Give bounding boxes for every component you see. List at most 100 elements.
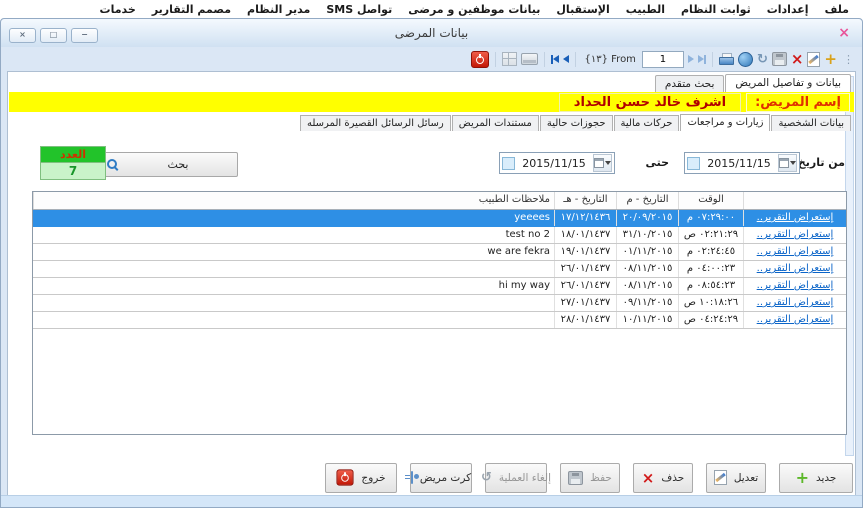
window-title: بيانات المرضى	[1, 26, 862, 40]
main-tab[interactable]: بيانات و تفاصيل المريض	[725, 74, 851, 92]
refresh-icon[interactable]: ↻	[757, 53, 768, 66]
chevron-down-icon	[790, 161, 796, 168]
search-button[interactable]: بحث	[88, 152, 238, 177]
detail-tab[interactable]: زيارات و مراجعات	[680, 114, 770, 131]
table-row[interactable]: إستعراض التقرير.. ١٠:١٨:٢٦ ص ٠٩/١١/٢٠١٥ …	[33, 295, 846, 312]
menu-item[interactable]: بيانات موظفين و مرضى	[400, 2, 548, 17]
window-controls: × □ −	[9, 28, 98, 43]
detail-tab[interactable]: حجوزات حالية	[540, 115, 613, 131]
visit-date-hijri-cell: ٢٨/٠١/١٤٣٧	[554, 312, 616, 328]
delete-record-icon[interactable]: ×	[791, 52, 804, 66]
visit-date-hijri-cell: ١٧/١٢/١٤٣٦	[554, 210, 616, 226]
maximize-icon[interactable]: □	[40, 28, 67, 43]
to-date-label: حتى	[645, 156, 669, 169]
toolbar-separator	[575, 52, 576, 67]
detail-tab[interactable]: حركات مالية	[614, 115, 680, 131]
undo-icon: ↺	[481, 471, 492, 484]
mdi-close-icon[interactable]: ×	[838, 25, 850, 41]
view-report-link[interactable]: إستعراض التقرير..	[757, 229, 834, 240]
view-report-link[interactable]: إستعراض التقرير..	[757, 280, 834, 291]
notes-column-header[interactable]: ملاحظات الطبيب	[33, 192, 554, 209]
doctor-notes-cell: test no 2	[33, 227, 554, 243]
table-row[interactable]: إستعراض التقرير.. ٠٢:٢٤:٤٥ م ٠١/١١/٢٠١٥ …	[33, 244, 846, 261]
previous-record-button[interactable]	[563, 55, 569, 63]
minimize-icon[interactable]: −	[71, 28, 98, 43]
view-report-link[interactable]: إستعراض التقرير..	[757, 297, 834, 308]
patients-window: بيانات المرضى × □ − × {١٣} From	[0, 18, 863, 508]
action-button-row: + جديد تعديل × حذف حفظ ↺ إلغاء العمل	[245, 462, 853, 493]
diskette-icon	[568, 471, 583, 485]
exit-button[interactable]: خروج	[325, 463, 397, 493]
menu-item[interactable]: إعدادات	[759, 2, 817, 17]
save-button[interactable]: حفظ	[560, 463, 620, 493]
menu-item[interactable]: ثوابت النظام	[673, 2, 759, 17]
detail-tab[interactable]: مستندات المريض	[452, 115, 539, 131]
first-record-button[interactable]	[551, 55, 559, 64]
last-record-button[interactable]	[698, 55, 706, 64]
visit-date-gregorian-cell: ٠٩/١١/٢٠١٥	[616, 295, 678, 311]
to-date-value: 2015/11/15	[522, 157, 585, 170]
menu-item[interactable]: خدمات	[92, 2, 144, 17]
next-record-button[interactable]	[688, 55, 694, 63]
visit-date-hijri-cell: ٢٧/٠١/١٤٣٧	[554, 295, 616, 311]
edit-record-icon[interactable]	[807, 52, 820, 67]
edit-button[interactable]: تعديل	[706, 463, 766, 493]
visit-date-hijri-cell: ١٨/٠١/١٤٣٧	[554, 227, 616, 243]
menu-item[interactable]: مدير النظام	[239, 2, 318, 17]
menu-item[interactable]: الإستقبال	[548, 2, 617, 17]
count-label: العدد	[40, 146, 106, 162]
detail-tab[interactable]: رسائل الرسائل القصيرة المرسله	[300, 115, 451, 131]
from-date-dropdown[interactable]	[778, 154, 797, 172]
red-x-icon: ×	[642, 471, 655, 485]
visit-date-gregorian-cell: ٠٨/١١/٢٠١٥	[616, 278, 678, 294]
print-icon[interactable]	[719, 53, 734, 66]
add-record-icon[interactable]: +	[824, 52, 837, 66]
view-report-link[interactable]: إستعراض التقرير..	[757, 246, 834, 257]
visit-time-cell: ١٠:١٨:٢٦ ص	[678, 295, 743, 311]
menu-item[interactable]: ملف	[817, 2, 857, 17]
doctor-notes-cell: hi my way	[33, 278, 554, 294]
table-row[interactable]: إستعراض التقرير.. ٠٨:٥٤:٢٣ م ٠٨/١١/٢٠١٥ …	[33, 278, 846, 295]
patient-card-button[interactable]: كرت مريض	[410, 463, 472, 493]
report-column-header	[743, 192, 846, 209]
patient-card-icon	[411, 471, 413, 484]
table-row[interactable]: إستعراض التقرير.. ٠٧:٢٩:٠٠ م ٢٠/٠٩/٢٠١٥ …	[33, 210, 846, 227]
hijri-date-column-header[interactable]: التاريخ - هـ	[554, 192, 616, 209]
view-report-link[interactable]: إستعراض التقرير..	[757, 314, 834, 325]
from-date-value: 2015/11/15	[707, 157, 770, 170]
record-number-input[interactable]	[642, 51, 684, 68]
count-box: العدد 7	[40, 146, 106, 180]
save-record-icon[interactable]	[772, 52, 787, 66]
table-row[interactable]: إستعراض التقرير.. ٠٤:٠٠:٢٣ م ٠٨/١١/٢٠١٥ …	[33, 261, 846, 278]
view-report-link[interactable]: إستعراض التقرير..	[757, 212, 834, 223]
menu-item[interactable]: تواصل SMS	[318, 2, 400, 17]
visit-date-gregorian-cell: ٢٠/٠٩/٢٠١٥	[616, 210, 678, 226]
from-date-label: من تاريخ	[798, 156, 845, 169]
card-view-icon[interactable]	[521, 53, 538, 65]
visit-time-cell: ٠٤:٠٠:٢٣ م	[678, 261, 743, 277]
table-row[interactable]: إستعراض التقرير.. ٠٢:٢١:٢٩ ص ٣١/١٠/٢٠١٥ …	[33, 227, 846, 244]
menu-item[interactable]: الطبيب	[618, 2, 673, 17]
grid-view-icon[interactable]	[502, 52, 517, 66]
to-date-picker[interactable]: 2015/11/15	[499, 152, 615, 174]
from-date-checkbox[interactable]	[687, 157, 700, 170]
to-date-checkbox[interactable]	[502, 157, 515, 170]
web-icon[interactable]	[738, 52, 753, 67]
detail-tab[interactable]: بيانات الشخصية	[771, 115, 851, 131]
table-row[interactable]: إستعراض التقرير.. ٠٤:٢٤:٢٩ ص ١٠/١١/٢٠١٥ …	[33, 312, 846, 329]
time-column-header[interactable]: الوقت	[678, 192, 743, 209]
close-icon[interactable]: ×	[9, 28, 36, 43]
delete-button[interactable]: × حذف	[633, 463, 693, 493]
visit-date-gregorian-cell: ٠٨/١١/٢٠١٥	[616, 261, 678, 277]
table-header-row: الوقت التاريخ - م التاريخ - هـ ملاحظات ا…	[33, 192, 846, 210]
menu-bar: ملف إعدادات ثوابت النظام الطبيب الإستقبا…	[0, 0, 863, 18]
new-button[interactable]: + جديد	[779, 463, 853, 493]
to-date-dropdown[interactable]	[593, 154, 612, 172]
from-date-picker[interactable]: 2015/11/15	[684, 152, 800, 174]
main-tab[interactable]: بحث متقدم	[655, 75, 724, 92]
menu-item[interactable]: مصمم التقارير	[144, 2, 239, 17]
view-report-link[interactable]: إستعراض التقرير..	[757, 263, 834, 274]
power-icon[interactable]	[471, 51, 489, 68]
gregorian-date-column-header[interactable]: التاريخ - م	[616, 192, 678, 209]
cancel-operation-button[interactable]: ↺ إلغاء العملية	[485, 463, 547, 493]
